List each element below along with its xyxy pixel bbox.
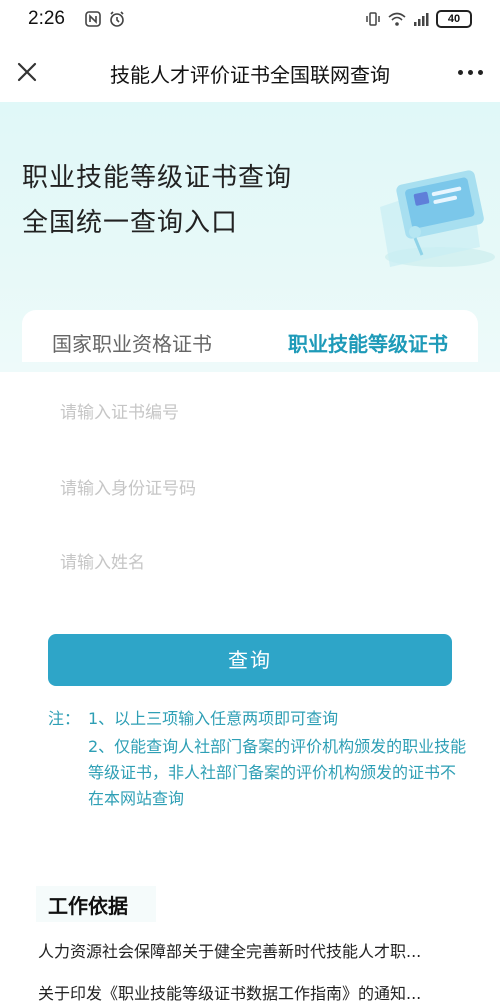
close-icon: [17, 62, 37, 82]
more-options-button[interactable]: [454, 57, 486, 87]
status-time: 2:26: [28, 8, 65, 29]
work-basis-title: 工作依据: [48, 894, 128, 918]
query-button[interactable]: 查询: [48, 634, 452, 686]
tab-national-vocational-qualification[interactable]: 国家职业资格证书: [52, 328, 212, 357]
more-dots-icon: [457, 69, 463, 75]
name-input[interactable]: [48, 543, 452, 583]
battery-indicator: 40: [436, 10, 472, 28]
vibrate-icon: [366, 12, 380, 26]
note-label: 注：: [48, 709, 81, 728]
hero-subheading: 全国统一查询入口: [22, 208, 239, 238]
signal-icon: [414, 13, 429, 26]
status-right-icons: 40: [364, 10, 472, 28]
hero-heading: 职业技能等级证书查询: [22, 163, 293, 193]
note-item-2: 2、仅能查询人社部门备案的评价机构颁发的职业技能等级证书，非人社部门备案的评价机…: [88, 737, 467, 808]
tab-vocational-skill-level[interactable]: 职业技能等级证书: [288, 328, 448, 357]
status-left-icons: [84, 10, 126, 28]
note-item-1: 1、以上三项输入任意两项即可查询: [88, 709, 339, 728]
policy-link-2[interactable]: 关于印发《职业技能等级证书数据工作指南》的通知...: [38, 980, 468, 1004]
title-bar: 技能人才评价证书全国联网查询: [0, 42, 500, 102]
close-button[interactable]: [12, 57, 42, 87]
nfc-icon: [85, 11, 101, 27]
status-bar: 2:26 40: [0, 0, 500, 42]
id-number-input[interactable]: [48, 469, 452, 509]
cert-number-input[interactable]: [48, 393, 452, 433]
certificate-tabs: 国家职业资格证书 职业技能等级证书: [22, 310, 478, 362]
certificate-illustration-icon: [380, 170, 495, 267]
wifi-icon: [388, 12, 406, 26]
alarm-icon: [110, 11, 124, 27]
page: 2:26 40 技能人才评价证书全国联网查询 职业技能等级证书查询 全国统一查询…: [0, 0, 500, 1006]
page-title: 技能人才评价证书全国联网查询: [110, 63, 390, 87]
policy-link-1[interactable]: 人力资源社会保障部关于健全完善新时代技能人才职...: [38, 938, 468, 962]
